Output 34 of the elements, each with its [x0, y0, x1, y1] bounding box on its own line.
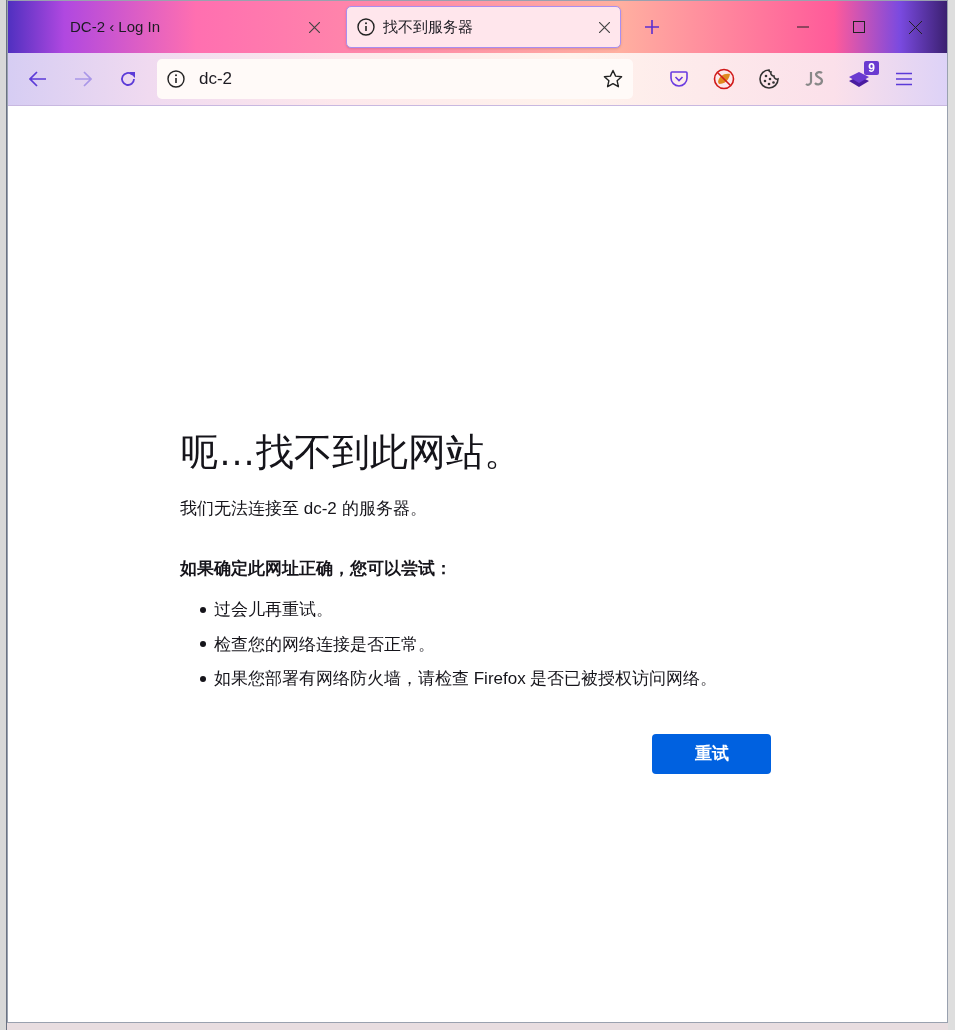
- stack-icon: [848, 70, 870, 88]
- forward-arrow-icon: [74, 71, 92, 87]
- cookie-icon: [758, 68, 780, 90]
- tab-title: 找不到服务器: [383, 16, 473, 37]
- bullet-icon: [200, 606, 206, 613]
- star-icon[interactable]: [603, 69, 623, 89]
- suggestion-item: 检查您的网络连接是否正常。: [214, 633, 435, 656]
- error-heading: 呃…找不到此网站。: [180, 430, 523, 475]
- close-icon: [908, 20, 922, 34]
- close-tab-icon[interactable]: [599, 21, 610, 33]
- suggestion-item: 过会儿再重试。: [214, 599, 333, 621]
- menu-icon: [896, 72, 912, 86]
- maximize-icon: [853, 21, 865, 33]
- notification-badge: 9: [864, 61, 879, 75]
- address-text: dc-2: [199, 68, 233, 91]
- reload-icon: [119, 70, 137, 88]
- browser-tab[interactable]: 找不到服务器: [346, 6, 621, 48]
- blocked-leaf-icon: [713, 68, 735, 90]
- script-icon: [804, 70, 824, 88]
- address-bar[interactable]: dc-2: [157, 59, 633, 99]
- pocket-icon: [670, 71, 688, 87]
- error-message: 我们无法连接至 dc-2 的服务器。: [180, 498, 428, 520]
- plus-icon: [644, 19, 660, 35]
- minimize-icon: [797, 26, 809, 28]
- suggestion-item: 如果您部署有网络防火墙，请检查 Firefox 是否已被授权访问网络。: [214, 668, 718, 690]
- browser-tab[interactable]: DC-2 ‹ Log In: [50, 6, 340, 48]
- retry-button[interactable]: 重试: [652, 733, 771, 774]
- bullet-icon: [200, 675, 206, 682]
- tab-title: DC-2 ‹ Log In: [70, 16, 161, 37]
- bullet-icon: [200, 641, 206, 648]
- close-tab-icon[interactable]: [309, 21, 320, 33]
- suggestions-title: 如果确定此网址正确，您可以尝试：: [180, 557, 453, 580]
- info-icon: [167, 70, 185, 88]
- back-arrow-icon: [29, 71, 47, 87]
